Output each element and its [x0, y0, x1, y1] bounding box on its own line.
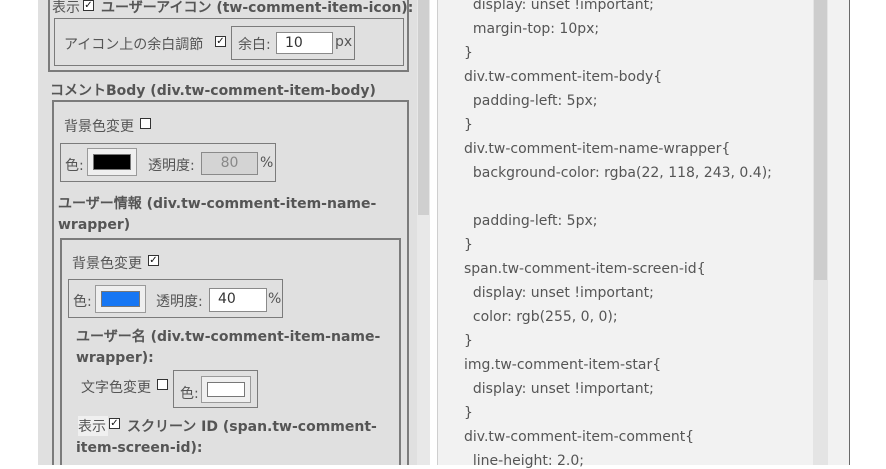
body-color-label: 色: [65, 158, 84, 174]
body-section-title: コメントBody (div.tw-comment-item-body) [50, 83, 376, 99]
settings-scrollbar[interactable] [417, 0, 430, 465]
user-info-color-picker[interactable] [95, 285, 146, 313]
body-color-swatch [93, 154, 131, 170]
code-line: } [464, 237, 473, 253]
icon-margin-adjust-checkbox[interactable]: ✓ [215, 36, 226, 47]
user-name-color-swatch [207, 382, 245, 397]
screen-id-show-checkbox[interactable]: ✓ [109, 418, 120, 429]
code-line: } [464, 117, 473, 133]
code-line: color: rgb(255, 0, 0); [464, 309, 618, 325]
screen-id-title-line2: item-screen-id): [76, 440, 203, 456]
user-info-title-line1: ユーザー情報 (div.tw-comment-item-name- [58, 196, 377, 212]
user-name-text-color-checkbox[interactable] [157, 379, 168, 390]
code-line: background-color: rgba(22, 118, 243, 0.4… [464, 165, 772, 181]
margin-label: 余白: [238, 37, 271, 53]
code-line: img.tw-comment-item-star{ [464, 357, 662, 373]
body-opacity-percent: % [260, 155, 274, 171]
code-line: div.tw-comment-item-name-wrapper{ [464, 141, 731, 157]
body-opacity-label: 透明度: [148, 158, 195, 174]
code-line: display: unset !important; [464, 285, 654, 301]
code-line: div.tw-comment-item-body{ [464, 69, 663, 85]
user-name-text-color-change-label: 文字色変更 [81, 380, 151, 396]
settings-panel: 表示 ✓ ユーザーアイコン (tw-comment-item-icon): アイ… [38, 0, 430, 465]
code-line: padding-left: 5px; [464, 93, 598, 109]
user-info-opacity-input[interactable]: 40 [209, 288, 267, 312]
code-line: div.tw-comment-item-comment{ [464, 429, 695, 445]
css-output-scrollbar-thumb[interactable] [814, 0, 827, 280]
user-name-title-line1: ユーザー名 (div.tw-comment-item-name- [76, 329, 381, 345]
user-info-bg-change-label: 背景色変更 [72, 256, 142, 272]
screen-id-show-label: 表示 [78, 416, 108, 436]
icon-section-title: ユーザーアイコン (tw-comment-item-icon): [101, 0, 414, 16]
user-name-color-label: 色: [180, 386, 199, 402]
code-line: display: unset !important; [464, 0, 654, 13]
user-info-title-line2: wrapper) [58, 217, 131, 233]
body-opacity-input[interactable]: 80 [201, 152, 258, 175]
css-output-scrollbar[interactable] [813, 0, 828, 465]
code-line: margin-top: 10px; [464, 21, 600, 37]
user-info-color-swatch [101, 291, 140, 307]
code-line: } [464, 405, 473, 421]
icon-show-label: 表示 [52, 0, 80, 16]
margin-input[interactable]: 10 [276, 32, 333, 54]
margin-unit: px [335, 34, 353, 50]
user-name-title-line2: wrapper): [76, 350, 154, 366]
screen-id-title-line1: スクリーン ID (span.tw-comment- [127, 419, 377, 435]
user-info-opacity-label: 透明度: [156, 294, 203, 310]
code-line: } [464, 333, 473, 349]
user-info-color-label: 色: [73, 294, 92, 310]
icon-show-checkbox[interactable]: ✓ [83, 0, 94, 11]
body-bg-change-checkbox[interactable] [140, 118, 151, 129]
code-line: } [464, 45, 473, 61]
code-line: display: unset !important; [464, 381, 654, 397]
user-info-opacity-percent: % [268, 291, 282, 307]
code-line: padding-left: 5px; [464, 213, 598, 229]
settings-scrollbar-thumb[interactable] [418, 0, 429, 215]
code-line: line-height: 2.0; [464, 453, 584, 469]
code-line: span.tw-comment-item-screen-id{ [464, 261, 706, 277]
body-color-picker[interactable] [87, 148, 137, 176]
user-info-bg-change-checkbox[interactable]: ✓ [148, 255, 159, 266]
icon-margin-adjust-label: アイコン上の余白調節 [64, 37, 204, 53]
body-bg-change-label: 背景色変更 [64, 119, 134, 135]
user-name-color-picker[interactable] [201, 376, 251, 403]
